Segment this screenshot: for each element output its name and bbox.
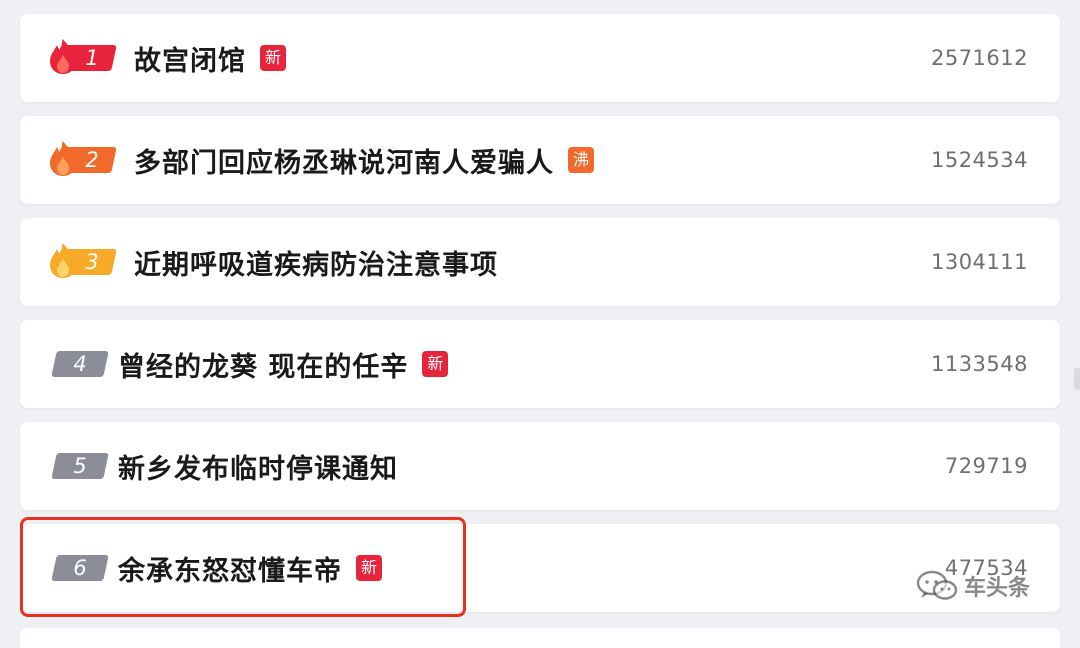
rank-number: 2: [85, 148, 99, 172]
hot-list-item-2[interactable]: 2 多部门回应杨丞琳说河南人爱骗人 沸 1524534: [20, 116, 1060, 204]
rank-badge-4: 4: [50, 349, 109, 379]
rank-number: 3: [85, 250, 99, 274]
next-list-item-partial: [20, 628, 1060, 648]
wechat-icon: [916, 570, 958, 600]
hot-item-title[interactable]: 近期呼吸道疾病防治注意事项: [134, 243, 498, 282]
heat-count: 1304111: [930, 250, 1028, 274]
watermark: 车头条: [916, 570, 1030, 602]
rank-number: 6: [73, 556, 87, 580]
hot-item-title[interactable]: 余承东怒怼懂车帝: [118, 549, 342, 588]
hot-list-item-6[interactable]: 6 余承东怒怼懂车帝 新 477534: [20, 524, 1060, 612]
rank-badge-6: 6: [50, 553, 109, 583]
heat-count: 1524534: [930, 148, 1028, 172]
scroll-edge-indicator: [1074, 368, 1080, 390]
heat-count: 1133548: [930, 352, 1028, 376]
hot-item-title[interactable]: 故宫闭馆: [134, 39, 246, 78]
watermark-text: 车头条: [964, 576, 1031, 601]
rank-badge-1: 1: [46, 39, 117, 74]
rank-number: 4: [73, 352, 87, 376]
heat-count: 2571612: [930, 46, 1028, 70]
hot-list-item-4[interactable]: 4 曾经的龙葵 现在的任辛 新 1133548: [20, 320, 1060, 408]
hot-list-item-3[interactable]: 3 近期呼吸道疾病防治注意事项 1304111: [20, 218, 1060, 306]
new-badge: 新: [422, 351, 449, 377]
hot-item-title[interactable]: 新乡发布临时停课通知: [118, 447, 398, 486]
rank-badge-2: 2: [46, 141, 117, 176]
rank-number: 5: [73, 454, 87, 478]
hot-list-item-5[interactable]: 5 新乡发布临时停课通知 729719: [20, 422, 1060, 510]
rank-badge-3: 3: [46, 243, 117, 278]
hot-item-title[interactable]: 曾经的龙葵 现在的任辛: [118, 345, 408, 384]
rank-number: 1: [85, 46, 99, 70]
hot-item-title[interactable]: 多部门回应杨丞琳说河南人爱骗人: [134, 141, 554, 180]
hot-badge: 沸: [568, 147, 594, 173]
heat-count: 729719: [944, 454, 1028, 478]
new-badge: 新: [260, 45, 286, 71]
hot-list-item-1[interactable]: 1 故宫闭馆 新 2571612: [20, 14, 1060, 102]
hot-search-list: 1 故宫闭馆 新 2571612 2 多部门回应杨丞琳说河南人爱骗人 沸 152…: [20, 14, 1060, 626]
rank-badge-5: 5: [50, 451, 109, 481]
new-badge: 新: [356, 555, 382, 581]
